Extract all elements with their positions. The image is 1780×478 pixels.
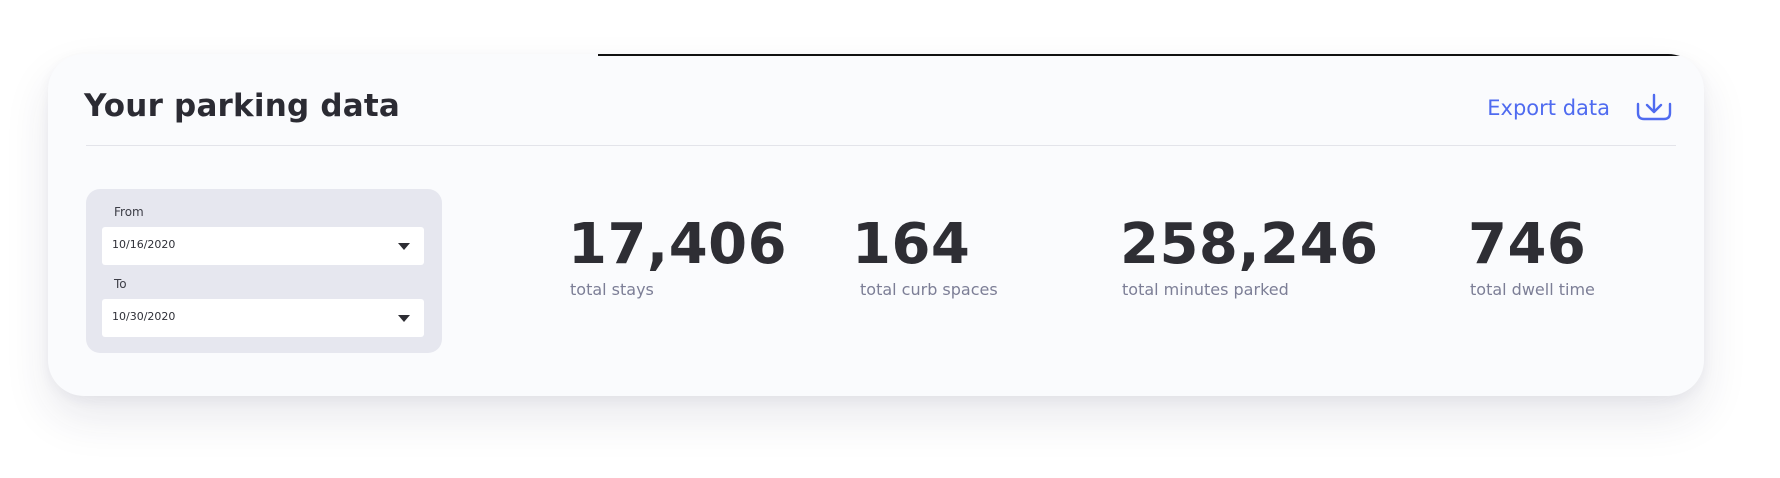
parking-data-card: Your parking data Export data From 10/16… <box>48 54 1704 396</box>
stat-value: 746 <box>1468 212 1587 277</box>
to-date-value: 10/30/2020 <box>112 310 176 323</box>
stat-value: 164 <box>852 212 971 277</box>
stat-label: total stays <box>570 280 654 299</box>
stat-value: 17,406 <box>568 212 788 277</box>
chevron-down-icon <box>398 315 410 322</box>
card-header: Your parking data Export data <box>84 84 1674 136</box>
export-data-button[interactable]: Export data <box>1487 84 1674 132</box>
from-date-value: 10/16/2020 <box>112 238 176 251</box>
stat-total-minutes-parked: 258,246 total minutes parked <box>1120 212 1379 300</box>
top-rule <box>598 54 1688 56</box>
stat-label: total dwell time <box>1470 280 1595 299</box>
chevron-down-icon <box>398 243 410 250</box>
header-divider <box>86 145 1676 146</box>
to-label: To <box>114 277 127 291</box>
download-icon <box>1634 92 1674 124</box>
stat-total-curb-spaces: 164 total curb spaces <box>852 212 998 300</box>
from-label: From <box>114 205 144 219</box>
stat-label: total curb spaces <box>860 280 998 299</box>
date-range-panel: From 10/16/2020 To 10/30/2020 <box>86 189 442 353</box>
stat-total-stays: 17,406 total stays <box>568 212 788 300</box>
stat-total-dwell-time: 746 total dwell time <box>1468 212 1595 300</box>
stat-value: 258,246 <box>1120 212 1379 277</box>
to-date-select[interactable]: 10/30/2020 <box>102 299 424 337</box>
from-date-select[interactable]: 10/16/2020 <box>102 227 424 265</box>
export-data-label: Export data <box>1487 96 1610 120</box>
page-title: Your parking data <box>84 88 400 124</box>
stat-label: total minutes parked <box>1122 280 1289 299</box>
